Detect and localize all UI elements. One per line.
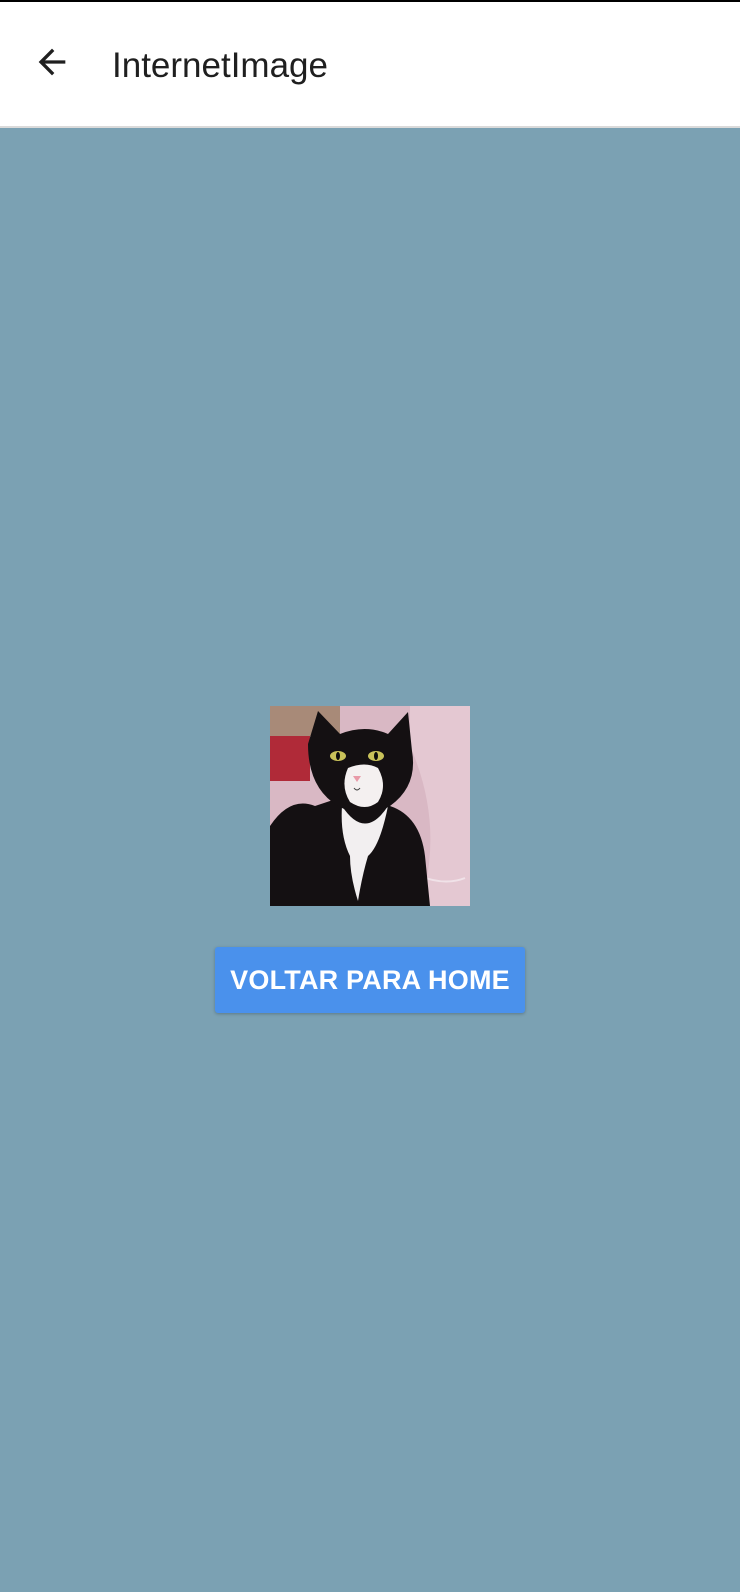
home-button[interactable]: VOLTAR PARA HOME: [215, 947, 525, 1013]
page-title: InternetImage: [112, 46, 328, 85]
back-button[interactable]: [20, 30, 84, 94]
cat-photo: [270, 706, 470, 906]
app-bar: InternetImage: [0, 2, 740, 126]
cat-image: [270, 706, 470, 906]
arrow-left-icon: [38, 48, 66, 76]
main-content: VOLTAR PARA HOME: [0, 128, 740, 1592]
